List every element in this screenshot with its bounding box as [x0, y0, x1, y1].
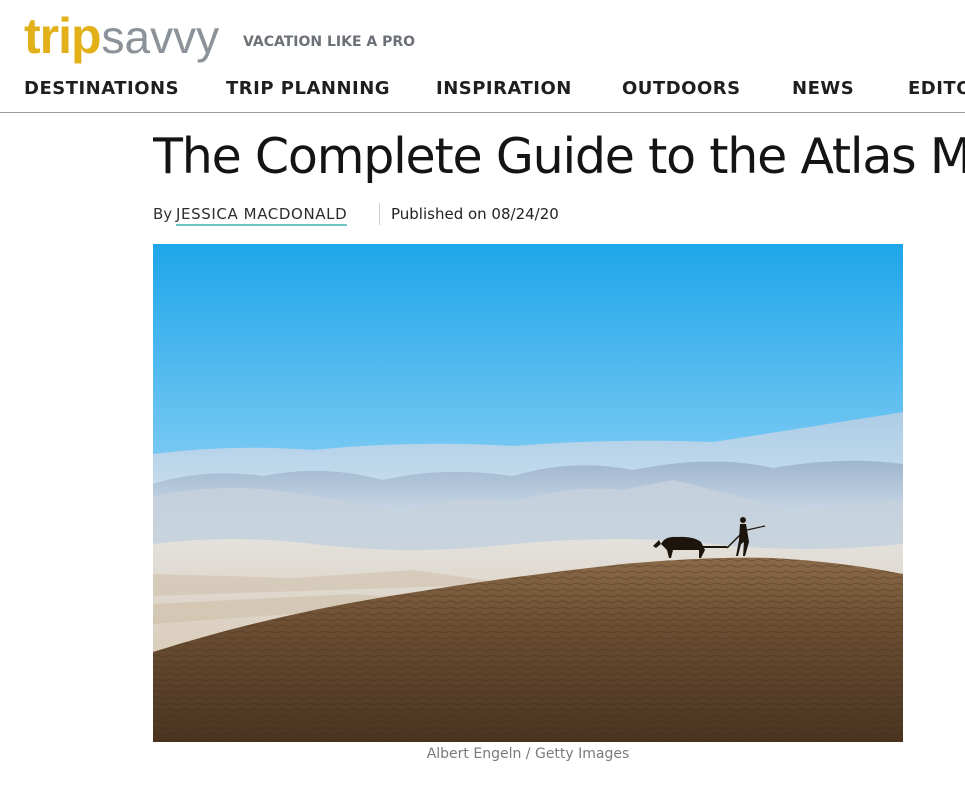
- site-tagline: VACATION LIKE A PRO: [243, 34, 416, 50]
- nav-item-inspiration[interactable]: INSPIRATION: [436, 76, 572, 102]
- nav-item-trip-planning[interactable]: TRIP PLANNING: [226, 76, 390, 102]
- nav-item-news[interactable]: NEWS: [792, 76, 854, 102]
- main-nav: DESTINATIONS TRIP PLANNING INSPIRATION O…: [24, 76, 965, 104]
- byline-prefix: By: [153, 205, 173, 223]
- byline-divider: [379, 203, 380, 225]
- nav-item-destinations[interactable]: DESTINATIONS: [24, 76, 179, 102]
- nav-item-outdoors[interactable]: OUTDOORS: [622, 76, 741, 102]
- published-date: Published on 08/24/20: [391, 205, 559, 223]
- hero-image: [153, 244, 903, 742]
- logo-trip-text: trip: [24, 8, 102, 64]
- nav-item-editors[interactable]: EDITO: [908, 76, 965, 102]
- author-link[interactable]: JESSICA MACDONALD: [176, 205, 348, 226]
- nav-divider: [0, 112, 965, 113]
- site-logo[interactable]: trip savvy: [24, 6, 219, 67]
- article-title: The Complete Guide to the Atlas M: [153, 128, 965, 185]
- site-header: trip savvy VACATION LIKE A PRO DESTINATIO…: [0, 0, 965, 113]
- logo-savvy-text: savvy: [101, 11, 220, 63]
- image-caption: Albert Engeln / Getty Images: [426, 746, 630, 762]
